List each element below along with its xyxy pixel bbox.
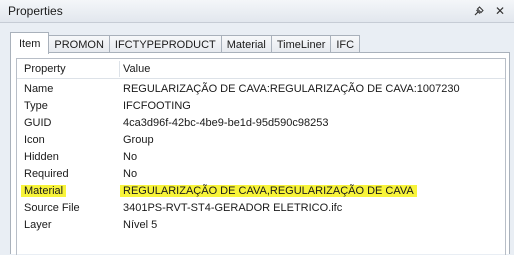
window-title: Properties [8,4,63,18]
table-row[interactable]: Icon Group [17,133,505,150]
table-row[interactable]: GUID 4ca3d96f-42bc-4be9-be1d-95d590c9825… [17,116,505,133]
tab-panel-item: Property Value Name REGULARIZAÇÃO DE CAV… [10,52,510,255]
title-controls: ✕ [471,3,508,19]
tab-ifc[interactable]: IFC [331,35,361,53]
property-value: No [123,168,138,180]
pin-icon-glyph [474,6,484,16]
property-value: Group [123,134,154,146]
table-row[interactable]: Name REGULARIZAÇÃO DE CAVA:REGULARIZAÇÃO… [17,82,505,99]
property-value: 3401PS-RVT-ST4-GERADOR ELETRICO.ifc [123,202,343,214]
tab-strip: Item PROMON IFCTYPEPRODUCT Material Time… [10,31,361,54]
grid-header: Property Value [17,59,505,79]
close-icon[interactable]: ✕ [492,3,508,19]
property-name: Type [24,100,48,112]
tab-timeliner[interactable]: TimeLiner [271,35,332,53]
column-header-property[interactable]: Property [24,63,66,75]
tab-material[interactable]: Material [221,35,272,53]
property-value: REGULARIZAÇÃO DE CAVA:REGULARIZAÇÃO DE C… [123,83,460,95]
property-value: 4ca3d96f-42bc-4be9-be1d-95d590c98253 [123,117,329,129]
tab-item[interactable]: Item [10,32,50,54]
table-row[interactable]: Required No [17,167,505,184]
property-name: Hidden [24,151,59,163]
table-row[interactable]: Type IFCFOOTING [17,99,505,116]
column-divider[interactable] [119,61,120,77]
table-row[interactable]: Source File 3401PS-RVT-ST4-GERADOR ELETR… [17,201,505,218]
property-name-highlighted: Material [21,185,67,197]
property-value-highlighted: REGULARIZAÇÃO DE CAVA,REGULARIZAÇÃO DE C… [120,185,417,197]
table-row[interactable]: Layer Nível 5 [17,218,505,235]
property-name: GUID [24,117,52,129]
tab-ifctypeproduct[interactable]: IFCTYPEPRODUCT [109,35,222,53]
property-value: IFCFOOTING [123,100,191,112]
pin-icon[interactable] [471,3,487,19]
tab-promon[interactable]: PROMON [49,35,110,53]
table-row[interactable]: Hidden No [17,150,505,167]
property-name: Layer [24,219,52,231]
property-value: No [123,151,138,163]
title-bar: Properties ✕ [0,0,514,23]
property-name: Name [24,83,54,95]
table-row-material[interactable]: Material REGULARIZAÇÃO DE CAVA,REGULARIZ… [17,184,505,201]
properties-grid: Property Value Name REGULARIZAÇÃO DE CAV… [16,58,506,255]
property-name: Source File [24,202,80,214]
column-header-value[interactable]: Value [123,63,150,75]
property-value: Nível 5 [123,219,158,231]
property-name: Icon [24,134,45,146]
property-name: Required [24,168,69,180]
